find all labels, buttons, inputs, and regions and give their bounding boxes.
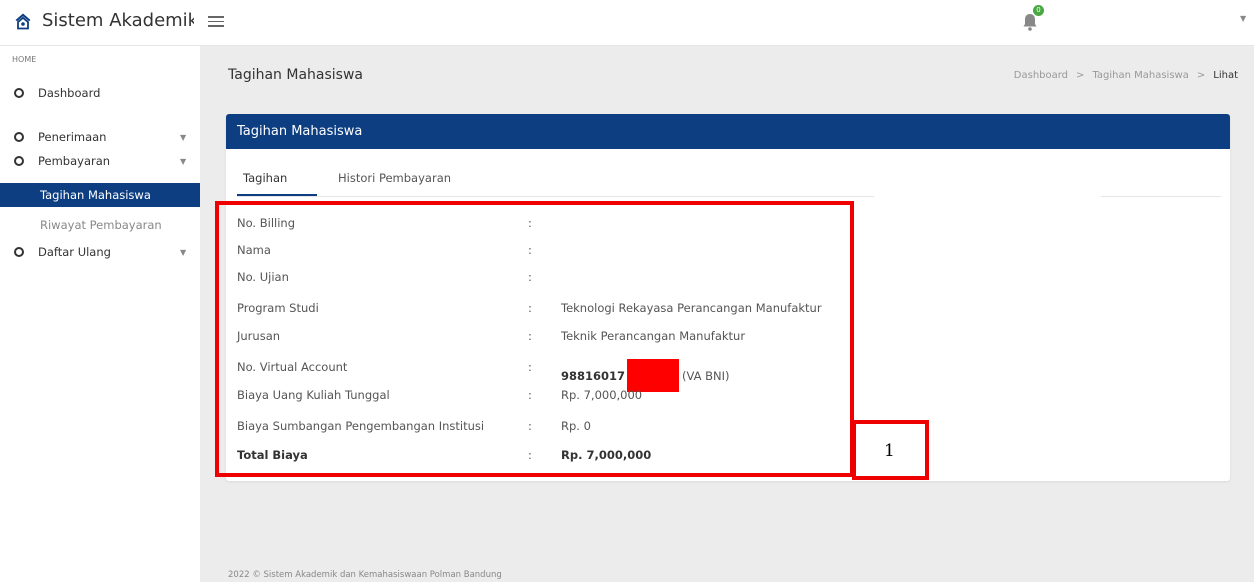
circle-icon — [14, 156, 24, 166]
breadcrumb-separator: > — [1076, 70, 1085, 81]
page-title: Tagihan Mahasiswa — [228, 67, 363, 83]
sidebar-item-penerimaan[interactable]: Penerimaan ▼ — [0, 125, 200, 149]
breadcrumb-tagihan[interactable]: Tagihan Mahasiswa — [1092, 70, 1188, 81]
circle-icon — [14, 247, 24, 257]
notification-badge: 0 — [1033, 5, 1044, 16]
annotation-number: 1 — [884, 441, 895, 461]
sidebar-item-daftar-ulang[interactable]: Daftar Ulang ▼ — [0, 240, 200, 264]
tab-divider — [1101, 196, 1221, 197]
chevron-down-icon: ▼ — [180, 247, 187, 257]
house-logo-icon — [15, 13, 31, 29]
sidebar-section-home: HOME — [12, 55, 37, 64]
annotation-highlight-box — [215, 201, 854, 477]
sidebar-item-label: Daftar Ulang — [38, 245, 111, 259]
sidebar-subitem-tagihan[interactable]: Tagihan Mahasiswa — [0, 183, 200, 207]
breadcrumb-current: Lihat — [1213, 70, 1238, 81]
card-header: Tagihan Mahasiswa — [226, 114, 1230, 149]
sidebar-subitem-riwayat[interactable]: Riwayat Pembayaran — [0, 213, 200, 237]
breadcrumb-separator: > — [1196, 70, 1206, 81]
circle-icon — [14, 88, 24, 98]
circle-icon — [14, 132, 24, 142]
tab-divider — [237, 196, 874, 197]
chevron-down-icon: ▼ — [180, 132, 187, 142]
brand[interactable]: Sistem Akademik — [14, 10, 194, 31]
app-title: Sistem Akademik — [42, 10, 194, 31]
sidebar-item-label: Pembayaran — [38, 154, 111, 168]
user-menu-caret-icon[interactable]: ▼ — [1240, 14, 1246, 23]
sidebar-item-dashboard[interactable]: Dashboard — [0, 81, 200, 105]
tab-histori-pembayaran[interactable]: Histori Pembayaran — [338, 171, 451, 185]
breadcrumb-dashboard[interactable]: Dashboard — [1014, 70, 1068, 81]
sidebar: HOME Dashboard Penerimaan ▼ Pembayaran ▼… — [0, 46, 200, 582]
sidebar-item-pembayaran[interactable]: Pembayaran ▼ — [0, 149, 200, 173]
breadcrumb: Dashboard > Tagihan Mahasiswa > Lihat — [1014, 70, 1238, 81]
menu-toggle-icon[interactable] — [208, 13, 224, 29]
sidebar-item-label: Penerimaan — [38, 130, 107, 144]
chevron-down-icon: ▼ — [180, 156, 187, 166]
tab-tagihan[interactable]: Tagihan — [243, 171, 287, 185]
footer: 2022 © Sistem Akademik dan Kemahasiswaan… — [228, 570, 502, 580]
top-bar: Sistem Akademik 0 ▼ — [0, 0, 1254, 46]
sidebar-item-label: Dashboard — [38, 86, 101, 100]
tabs: Tagihan Histori Pembayaran — [226, 149, 1230, 197]
